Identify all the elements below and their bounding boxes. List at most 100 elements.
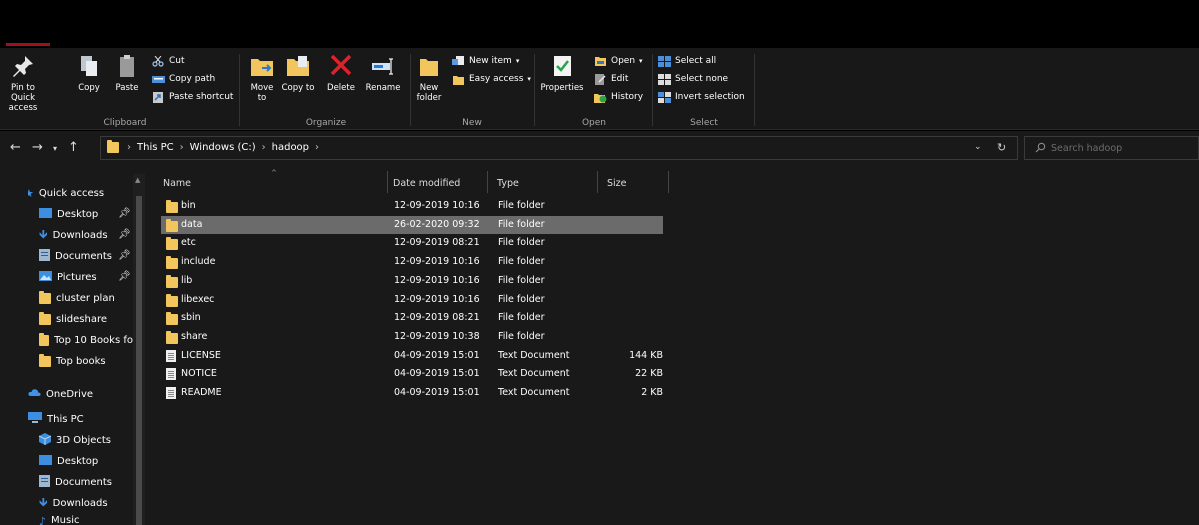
select-group-label: Select — [690, 118, 718, 128]
column-header-name[interactable]: Name — [163, 173, 191, 193]
nav-item-label: Documents — [55, 476, 113, 488]
cut-button[interactable]: Cut — [152, 53, 185, 69]
ribbon: Pin to Quick access Copy Paste Cut Copy … — [0, 48, 1199, 130]
scroll-up-arrow-icon[interactable]: ▲ — [135, 176, 140, 184]
paste-button[interactable]: Paste — [112, 52, 142, 93]
file-name: include — [181, 256, 216, 268]
invert-selection-button[interactable]: Invert selection — [658, 89, 745, 105]
address-bar[interactable]: › This PC › Windows (C:) › hadoop › ⌄ ↻ — [100, 136, 1018, 160]
file-size: 22 KB — [635, 368, 663, 380]
nav-item-desktop-pc[interactable]: Desktop — [39, 452, 98, 470]
new-item-button[interactable]: New item ▾ — [452, 53, 519, 69]
refresh-icon[interactable]: ↻ — [997, 141, 1006, 154]
folder-icon — [39, 311, 51, 325]
column-header-type[interactable]: Type — [497, 173, 519, 193]
search-icon — [1035, 142, 1046, 156]
download-arrow-icon: 🡻︎ — [39, 494, 48, 509]
scrollbar-thumb[interactable] — [136, 196, 142, 525]
download-arrow-icon: 🡻︎ — [39, 226, 48, 241]
file-list: Name ^ Date modified Type Size bin 12-09-… — [147, 167, 1199, 525]
file-date-modified: 26-02-2020 09:32 — [394, 218, 480, 230]
file-tab-indicator[interactable] — [6, 43, 50, 46]
nav-item-slideshare[interactable]: slideshare — [39, 310, 133, 328]
documents-icon — [39, 248, 50, 264]
search-placeholder: Search hadoop — [1051, 143, 1123, 154]
edit-button[interactable]: Edit — [594, 71, 628, 87]
rename-button[interactable]: Rename — [363, 52, 403, 93]
open-button[interactable]: Open ▾ — [594, 53, 643, 69]
file-type: File folder — [498, 218, 545, 230]
move-to-button[interactable]: Move to — [245, 52, 279, 103]
nav-onedrive[interactable]: OneDrive — [28, 385, 93, 403]
recent-locations-chevron-icon[interactable]: ▾ — [53, 144, 57, 153]
nav-item-top-books[interactable]: Top books — [39, 352, 133, 370]
select-none-button[interactable]: Select none — [658, 71, 728, 87]
pin-label: Pin to Quick access — [8, 83, 38, 113]
breadcrumb-hadoop[interactable]: hadoop — [272, 142, 309, 153]
breadcrumb-windows-c[interactable]: Windows (C:) — [190, 142, 256, 153]
table-row[interactable]: include 12-09-2019 10:16 File folder — [161, 253, 663, 271]
table-row[interactable]: sbin 12-09-2019 08:21 File folder — [161, 309, 663, 327]
up-arrow-icon[interactable]: ↑ — [68, 140, 79, 155]
pin-icon: 📌︎ — [118, 208, 131, 219]
copy-to-button[interactable]: Copy to — [281, 52, 315, 93]
paste-shortcut-label: Paste shortcut — [169, 92, 234, 102]
pictures-icon — [39, 270, 52, 284]
table-row[interactable]: share 12-09-2019 10:38 File folder — [161, 328, 663, 346]
breadcrumb-this-pc[interactable]: This PC — [137, 142, 174, 153]
paste-shortcut-button[interactable]: Paste shortcut — [152, 89, 233, 105]
back-arrow-icon[interactable]: ← — [10, 140, 21, 155]
copy-button[interactable]: Copy — [74, 52, 104, 93]
file-name: LICENSE — [181, 349, 221, 361]
table-row[interactable]: NOTICE 04-09-2019 15:01 Text Document 22 KB — [161, 365, 663, 383]
file-type: File folder — [498, 237, 545, 249]
select-none-icon — [658, 73, 671, 85]
file-type: File folder — [498, 274, 545, 286]
paste-icon — [113, 52, 141, 80]
table-row[interactable]: LICENSE 04-09-2019 15:01 Text Document 144 … — [161, 347, 663, 365]
table-row[interactable]: data 26-02-2020 09:32 File folder — [161, 215, 663, 234]
forward-arrow-icon[interactable]: → — [32, 140, 43, 155]
column-divider[interactable] — [487, 171, 488, 193]
table-row[interactable]: libexec 12-09-2019 10:16 File folder — [161, 291, 663, 309]
pin-to-quick-access-button[interactable]: Pin to Quick access — [2, 52, 44, 113]
table-row[interactable]: lib 12-09-2019 10:16 File folder — [161, 272, 663, 290]
nav-item-top-10-books[interactable]: Top 10 Books fo — [39, 331, 133, 349]
column-divider[interactable] — [387, 171, 388, 193]
nav-item-documents-pc[interactable]: Documents — [39, 473, 112, 491]
nav-quick-access[interactable]: ★ Quick access — [28, 184, 104, 202]
properties-checkmark-icon — [548, 52, 576, 80]
column-header-size[interactable]: Size — [607, 173, 627, 193]
table-row[interactable]: etc 12-09-2019 08:21 File folder — [161, 234, 663, 252]
history-button[interactable]: History — [594, 89, 643, 105]
delete-button[interactable]: Delete — [321, 52, 361, 93]
easy-access-button[interactable]: Easy access ▾ — [452, 71, 531, 87]
search-box[interactable]: Search hadoop — [1024, 136, 1199, 160]
column-divider[interactable] — [668, 171, 669, 193]
new-folder-button[interactable]: New folder — [412, 52, 446, 103]
open-group: Properties Open ▾ Edit History Open — [536, 48, 652, 130]
column-divider[interactable] — [597, 171, 598, 193]
nav-this-pc[interactable]: This PC — [28, 410, 84, 428]
table-row[interactable]: bin 12-09-2019 10:16 File folder — [161, 197, 663, 215]
table-row[interactable]: README 04-09-2019 15:01 Text Document 2 KB — [161, 384, 663, 402]
nav-scrollbar[interactable]: ▲ — [133, 174, 145, 525]
select-all-button[interactable]: Select all — [658, 53, 716, 69]
nav-item-cluster-plan[interactable]: cluster plan — [39, 289, 133, 307]
nav-item-downloads-pc[interactable]: 🡻︎ Downloads — [39, 494, 108, 512]
breadcrumb-separator-icon: › — [179, 142, 184, 153]
open-label: Open — [611, 56, 636, 66]
nav-item-music[interactable]: ♪ Music — [39, 515, 79, 525]
copy-icon — [75, 52, 103, 80]
nav-item-label: Top books — [56, 355, 106, 367]
music-note-icon: ♪ — [39, 515, 47, 525]
ribbon-separator — [239, 54, 240, 126]
nav-item-3d-objects[interactable]: 3D Objects — [39, 431, 111, 449]
properties-button[interactable]: Properties — [538, 52, 586, 93]
folder-icon — [166, 237, 178, 253]
address-dropdown-chevron-icon[interactable]: ⌄ — [974, 142, 982, 152]
documents-icon — [39, 474, 50, 490]
column-header-date-modified[interactable]: Date modified — [393, 173, 460, 193]
file-date-modified: 12-09-2019 10:16 — [394, 200, 480, 211]
copy-path-button[interactable]: Copy path — [152, 71, 215, 87]
